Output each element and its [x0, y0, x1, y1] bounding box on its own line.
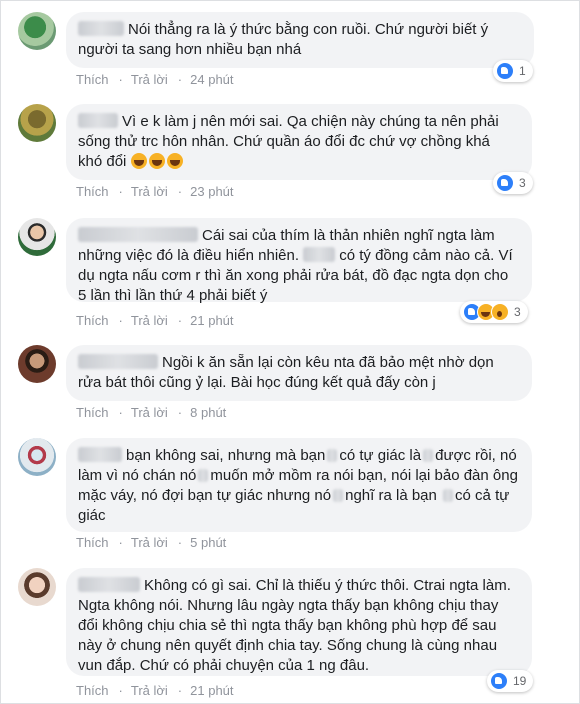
- separator: ·: [118, 184, 123, 199]
- redacted-text: [327, 449, 338, 462]
- separator: ·: [177, 405, 183, 420]
- avatar[interactable]: [18, 345, 56, 383]
- comment-text: Không có gì sai. Chỉ là thiếu ý thức thô…: [78, 577, 511, 674]
- laughing-emoji-icon: [148, 153, 165, 169]
- reply-button[interactable]: Trả lời: [131, 72, 168, 87]
- like-button[interactable]: Thích: [76, 535, 109, 550]
- reply-button[interactable]: Trả lời: [131, 535, 168, 550]
- comment-actions: Thích · Trả lời · 21 phút: [76, 313, 244, 328]
- laughing-emoji-icon: [130, 153, 147, 169]
- avatar[interactable]: [18, 12, 56, 50]
- like-button[interactable]: Thích: [76, 313, 109, 328]
- reply-button[interactable]: Trả lời: [131, 313, 168, 328]
- comment-time[interactable]: 8 phút: [190, 405, 226, 420]
- reaction-summary[interactable]: 3: [460, 301, 528, 323]
- reaction-summary[interactable]: 19: [487, 670, 534, 692]
- like-reaction-icon: [496, 62, 514, 80]
- like-reaction-icon: [490, 672, 508, 690]
- like-button[interactable]: Thích: [76, 405, 109, 420]
- reply-button[interactable]: Trả lời: [131, 184, 168, 199]
- comment-text: có tự giác là: [339, 447, 422, 464]
- comment-text: Nói thẳng ra là ý thức bằng con ruồi. Ch…: [78, 21, 489, 58]
- redacted-name: [78, 227, 198, 242]
- comment-text: bạn không sai, nhưng mà bạn: [126, 447, 326, 464]
- comment-text: muốn mở mồm ra nói bạn, nói lại bảo: [210, 467, 460, 484]
- comment-time[interactable]: 5 phút: [190, 535, 226, 550]
- like-button[interactable]: Thích: [76, 683, 109, 698]
- laughing-emoji-icon: [166, 153, 183, 169]
- avatar[interactable]: [18, 218, 56, 256]
- redacted-name: [78, 354, 158, 369]
- comment-actions: Thích · Trả lời · 5 phút: [76, 535, 236, 550]
- like-reaction-icon: [496, 174, 514, 192]
- wow-reaction-icon: [491, 303, 509, 321]
- redacted-name: [78, 21, 124, 36]
- redacted-text: [198, 469, 209, 482]
- reply-button[interactable]: Trả lời: [131, 405, 168, 420]
- avatar[interactable]: [18, 104, 56, 142]
- comment-time[interactable]: 23 phút: [190, 184, 233, 199]
- avatar[interactable]: [18, 438, 56, 476]
- separator: ·: [118, 535, 123, 550]
- separator: ·: [177, 313, 183, 328]
- reaction-count: 1: [519, 64, 526, 78]
- reaction-summary[interactable]: 3: [493, 172, 533, 194]
- reaction-count: 3: [514, 305, 521, 319]
- comment-actions: Thích · Trả lời · 23 phút: [76, 184, 244, 199]
- separator: ·: [118, 72, 123, 87]
- redacted-name: [78, 577, 140, 592]
- comment-bubble: Ngồi k ăn sẵn lại còn kêu nta đã bảo mệt…: [66, 345, 532, 401]
- comment-bubble: Không có gì sai. Chỉ là thiếu ý thức thô…: [66, 568, 532, 676]
- comment-bubble: bạn không sai, nhưng mà bạn có tự giác là…: [66, 438, 532, 532]
- comment-time[interactable]: 24 phút: [190, 72, 233, 87]
- comment-bubble: Cái sai của thím là thản nhiên nghĩ ngta…: [66, 218, 532, 304]
- comment-bubble: Vì e k làm j nên mới sai. Qa chiện này c…: [66, 104, 532, 180]
- comment-time[interactable]: 21 phút: [190, 683, 233, 698]
- comment-time[interactable]: 21 phút: [190, 313, 233, 328]
- reaction-summary[interactable]: 1: [493, 60, 533, 82]
- separator: ·: [177, 683, 183, 698]
- redacted-text: [423, 449, 434, 462]
- separator: ·: [118, 313, 123, 328]
- like-button[interactable]: Thích: [76, 184, 109, 199]
- comment-text: được rồi,: [435, 447, 496, 464]
- redacted-name: [78, 113, 118, 128]
- separator: ·: [177, 535, 183, 550]
- reaction-count: 19: [513, 674, 527, 688]
- reply-button[interactable]: Trả lời: [131, 683, 168, 698]
- reaction-count: 3: [519, 176, 526, 190]
- redacted-name: [78, 447, 122, 462]
- separator: ·: [177, 184, 183, 199]
- comment-actions: Thích · Trả lời · 21 phút: [76, 683, 244, 698]
- separator: ·: [118, 405, 123, 420]
- separator: ·: [177, 72, 183, 87]
- avatar[interactable]: [18, 568, 56, 606]
- comment-bubble: Nói thẳng ra là ý thức bằng con ruồi. Ch…: [66, 12, 534, 68]
- like-button[interactable]: Thích: [76, 72, 109, 87]
- comment-actions: Thích · Trả lời · 24 phút: [76, 72, 244, 87]
- comment-actions: Thích · Trả lời · 8 phút: [76, 405, 236, 420]
- redacted-text: [443, 489, 454, 502]
- separator: ·: [118, 683, 123, 698]
- comment-text: nghĩ ra là bạn: [345, 487, 437, 504]
- redacted-text: [333, 489, 344, 502]
- redacted-text: [303, 247, 336, 262]
